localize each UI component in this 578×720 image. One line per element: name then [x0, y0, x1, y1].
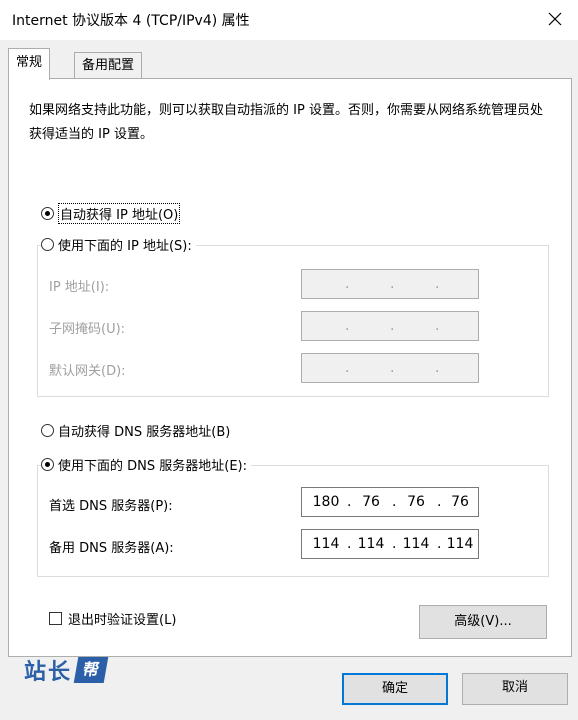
- radio-manual-dns-label: 使用下面的 DNS 服务器地址(E):: [58, 459, 247, 474]
- radio-auto-ip-indicator[interactable]: [41, 207, 54, 220]
- preferred-dns-octet-4: 76: [451, 494, 469, 510]
- title-bar: Internet 协议版本 4 (TCP/IPv4) 属性: [0, 0, 578, 40]
- preferred-dns-input[interactable]: 180 . 76 . 76 . 76: [301, 487, 479, 517]
- default-gateway-label: 默认网关(D):: [49, 364, 126, 379]
- validate-on-exit-checkbox[interactable]: 退出时验证设置(L): [49, 609, 177, 628]
- validate-on-exit-label: 退出时验证设置(L): [68, 613, 177, 628]
- ok-button[interactable]: 确定: [342, 673, 448, 705]
- alternate-dns-octet-2: 114: [357, 536, 385, 552]
- default-gateway-input[interactable]: ...: [301, 353, 479, 383]
- site-watermark: 站长 帮: [24, 654, 109, 686]
- alternate-dns-octet-1: 114: [312, 536, 340, 552]
- radio-auto-dns-label: 自动获得 DNS 服务器地址(B): [58, 425, 231, 440]
- subnet-mask-label: 子网掩码(U):: [49, 322, 126, 337]
- radio-manual-dns[interactable]: 使用下面的 DNS 服务器地址(E):: [41, 455, 251, 474]
- alternate-dns-octet-3: 114: [402, 536, 430, 552]
- radio-manual-ip-label: 使用下面的 IP 地址(S):: [58, 239, 192, 254]
- ip-address-input[interactable]: ...: [301, 269, 479, 299]
- radio-auto-ip[interactable]: 自动获得 IP 地址(O): [41, 203, 181, 224]
- description-text: 如果网络支持此功能，则可以获取自动指派的 IP 设置。否则，你需要从网络系统管理…: [29, 103, 543, 142]
- advanced-button[interactable]: 高级(V)...: [419, 605, 547, 639]
- close-icon: [548, 12, 562, 26]
- preferred-dns-octet-3: 76: [407, 494, 425, 510]
- alternate-dns-label: 备用 DNS 服务器(A):: [49, 541, 174, 556]
- ip-address-label: IP 地址(I):: [49, 280, 110, 295]
- radio-auto-ip-label: 自动获得 IP 地址(O): [58, 203, 181, 224]
- validate-on-exit-indicator[interactable]: [49, 612, 62, 625]
- radio-manual-ip[interactable]: 使用下面的 IP 地址(S):: [41, 235, 196, 254]
- radio-manual-ip-indicator[interactable]: [41, 238, 54, 251]
- dns-groupbox: [37, 465, 549, 577]
- cancel-button[interactable]: 取消: [462, 673, 568, 705]
- watermark-text: 站长: [24, 660, 73, 685]
- alternate-dns-octet-4: 114: [446, 536, 474, 552]
- general-panel: 如果网络支持此功能，则可以获取自动指派的 IP 设置。否则，你需要从网络系统管理…: [8, 78, 572, 657]
- preferred-dns-label: 首选 DNS 服务器(P):: [49, 499, 173, 514]
- close-button[interactable]: [540, 4, 572, 36]
- tab-alternate-config[interactable]: 备用配置: [74, 52, 143, 79]
- watermark-badge: 帮: [73, 657, 109, 683]
- alternate-dns-input[interactable]: 114 . 114 . 114 . 114: [301, 529, 479, 559]
- preferred-dns-octet-1: 180: [312, 494, 340, 510]
- radio-auto-dns[interactable]: 自动获得 DNS 服务器地址(B): [41, 421, 231, 440]
- preferred-dns-octet-2: 76: [362, 494, 380, 510]
- radio-manual-dns-indicator[interactable]: [41, 458, 54, 471]
- subnet-mask-input[interactable]: ...: [301, 311, 479, 341]
- radio-auto-dns-indicator[interactable]: [41, 424, 54, 437]
- window-title: Internet 协议版本 4 (TCP/IPv4) 属性: [12, 13, 250, 29]
- tab-general[interactable]: 常规: [8, 48, 51, 80]
